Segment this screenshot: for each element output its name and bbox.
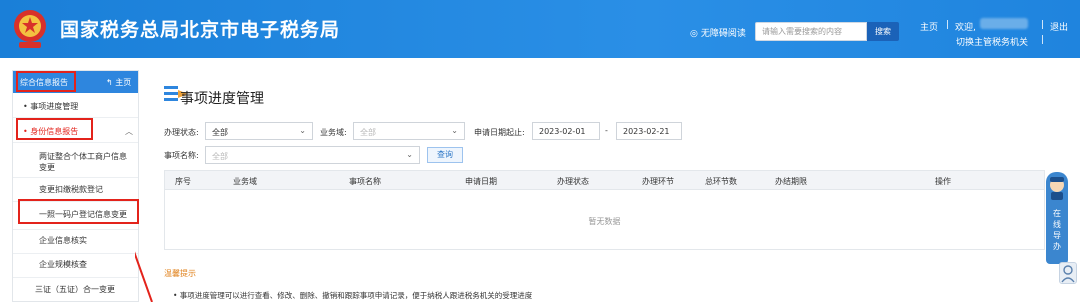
tax-emblem-logo xyxy=(14,10,46,48)
results-table: 序号 业务域 事项名称 申请日期 办理状态 办理环节 总环节数 办结期限 操作 … xyxy=(164,170,1045,250)
switch-tax-authority-link[interactable]: 切换主管税务机关 xyxy=(956,35,1028,48)
empty-state: 暂无数据 xyxy=(588,217,621,226)
tips-title: 温馨提示 xyxy=(164,269,196,278)
back-arrow-icon: ↰ xyxy=(106,78,116,87)
chevron-down-icon: ⌄ xyxy=(406,150,413,159)
tips-text: • 事项进度管理可以进行查看、修改、删除、撤销和跟踪事项申请记录，便于纳税人跟进… xyxy=(173,291,533,300)
chevron-down-icon: ⌄ xyxy=(299,126,306,135)
user-name-redacted xyxy=(980,18,1028,29)
divider xyxy=(13,229,138,230)
date-dash: - xyxy=(605,126,608,135)
accessibility-label: 无障碍阅读 xyxy=(700,29,746,39)
table-header: 序号 业务域 事项名称 申请日期 办理状态 办理环节 总环节数 办结期限 操作 xyxy=(165,171,1044,190)
bullet-icon: • xyxy=(23,102,28,111)
site-title: 国家税务总局北京市电子税务局 xyxy=(60,19,341,41)
user-icon[interactable] xyxy=(1059,262,1077,284)
status-value: 全部 xyxy=(212,128,228,137)
column-header: 办结期限 xyxy=(775,177,807,186)
sidebar-item-progress[interactable]: • 事项进度管理 xyxy=(13,101,138,112)
search-button[interactable]: 搜索 xyxy=(867,22,899,41)
date-from-input[interactable]: 2023-02-01 xyxy=(532,122,600,140)
sidebar-subitem[interactable]: 变更扣缴税款登记 xyxy=(39,184,103,195)
query-button[interactable]: 查询 xyxy=(427,147,463,163)
annotation-box xyxy=(18,199,139,224)
divider xyxy=(13,177,138,178)
column-header: 业务域 xyxy=(233,177,257,186)
sidebar: 综合信息报告 ↰ 主页 • 事项进度管理 • 身份信息报告 ︿ 两证整合个体工商户… xyxy=(12,70,139,302)
welcome-text: 欢迎, xyxy=(955,23,976,33)
item-name-select[interactable]: 全部 ⌄ xyxy=(205,146,420,164)
sidebar-home-label: 主页 xyxy=(115,78,132,87)
column-header: 办理环节 xyxy=(642,177,674,186)
item-name-label: 事项名称: xyxy=(164,151,199,160)
sidebar-item-label: 事项进度管理 xyxy=(30,102,79,111)
logout-link[interactable]: 退出 xyxy=(1050,20,1068,33)
sidebar-subitem[interactable]: 两证整合个体工商户信息变更 xyxy=(39,151,133,173)
item-name-value: 全部 xyxy=(212,152,228,161)
column-header: 总环节数 xyxy=(705,177,737,186)
divider xyxy=(13,277,138,278)
divider xyxy=(13,142,138,143)
sidebar-subitem[interactable]: 企业规模核查 xyxy=(39,259,87,270)
eye-icon: ◎ xyxy=(690,29,698,39)
column-header: 申请日期 xyxy=(465,177,497,186)
page-title: 事项进度管理 xyxy=(180,91,264,107)
divider xyxy=(13,253,138,254)
status-label: 办理状态: xyxy=(164,128,199,137)
column-header: 操作 xyxy=(935,177,951,186)
person-icon xyxy=(1061,265,1075,283)
domain-value: 全部 xyxy=(360,128,376,137)
header-separator: | xyxy=(1041,35,1045,45)
header-separator: | xyxy=(946,20,950,30)
assistant-avatar-icon xyxy=(1050,177,1064,200)
chevron-up-icon[interactable]: ︿ xyxy=(125,126,133,137)
domain-label: 业务域: xyxy=(320,128,347,137)
annotation-box xyxy=(16,118,93,140)
sidebar-subitem[interactable]: 三证（五证）合一变更 xyxy=(35,284,115,295)
domain-select[interactable]: 全部 ⌄ xyxy=(353,122,465,140)
date-range-label: 申请日期起止: xyxy=(474,128,525,137)
accessibility-toggle[interactable]: ◎ 无障碍阅读 xyxy=(690,26,746,39)
top-header: 国家税务总局北京市电子税务局 ◎ 无障碍阅读 请输入需要搜索的内容 搜索 主页 |… xyxy=(0,0,1080,58)
home-link[interactable]: 主页 xyxy=(920,20,938,33)
chevron-down-icon: ⌄ xyxy=(451,126,458,135)
sidebar-home-link[interactable]: ↰ 主页 xyxy=(106,77,131,88)
header-separator: | xyxy=(1041,20,1045,30)
sidebar-subitem[interactable]: 企业信息核实 xyxy=(39,235,87,246)
annotation-arrow xyxy=(135,251,153,302)
online-guide-label[interactable]: 在线导办 xyxy=(1051,208,1063,252)
column-header: 办理状态 xyxy=(557,177,589,186)
search-input[interactable]: 请输入需要搜索的内容 xyxy=(755,22,867,41)
column-header: 序号 xyxy=(175,177,191,186)
date-to-input[interactable]: 2023-02-21 xyxy=(616,122,682,140)
annotation-box xyxy=(16,71,76,92)
status-select[interactable]: 全部 ⌄ xyxy=(205,122,313,140)
column-header: 事项名称 xyxy=(349,177,381,186)
